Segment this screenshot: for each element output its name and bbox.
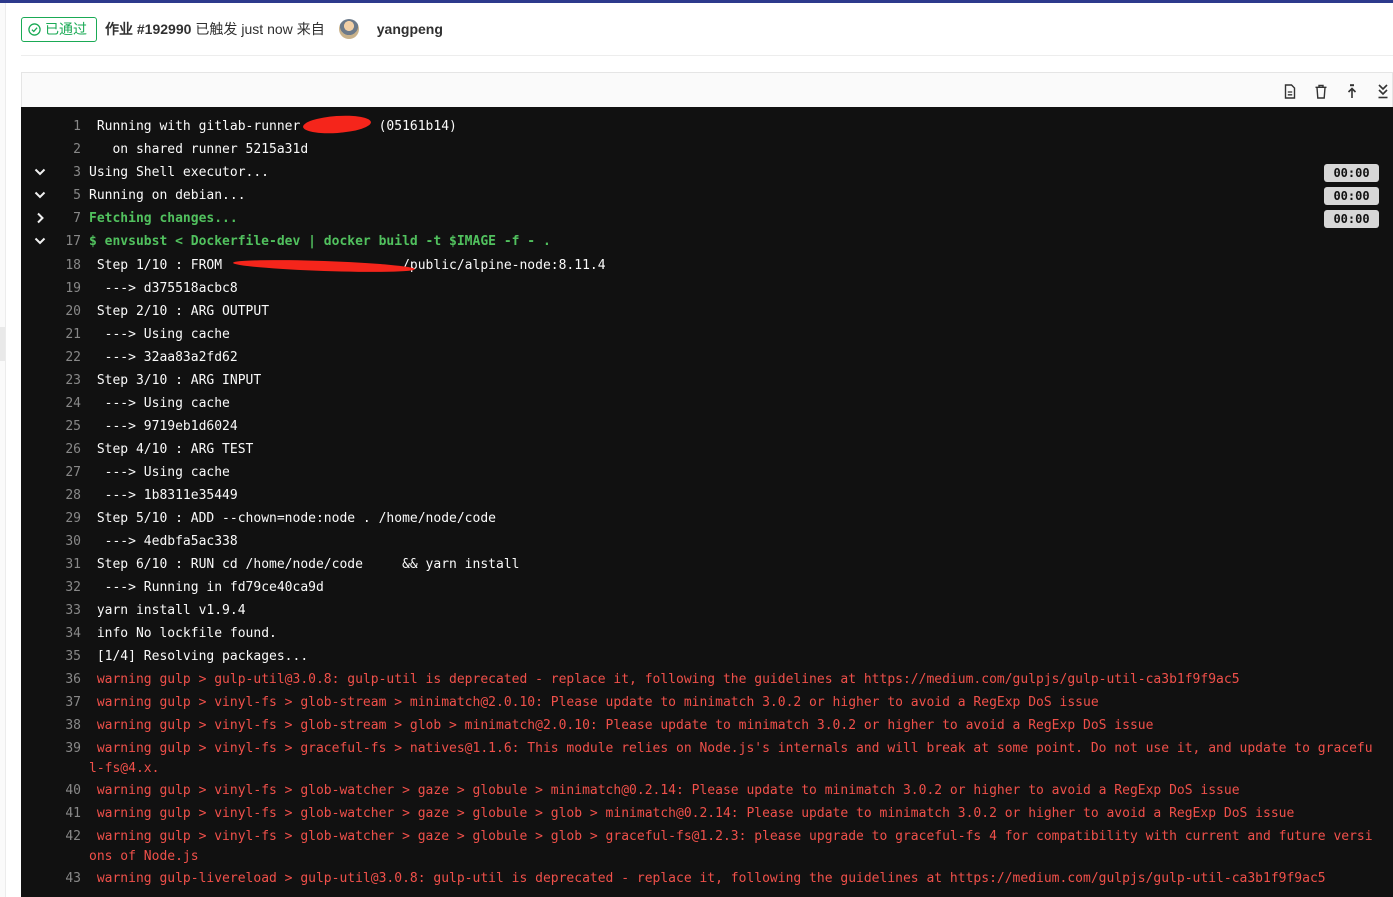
line-number[interactable]: 43 bbox=[45, 869, 81, 889]
section-duration-badge: 00:00 bbox=[1324, 210, 1379, 228]
job-log[interactable]: 1 Running with gitlab-runner (05161b14) 2… bbox=[21, 107, 1393, 897]
header-divider bbox=[21, 55, 1393, 56]
line-number[interactable]: 27 bbox=[45, 463, 81, 483]
line-number[interactable]: 36 bbox=[45, 670, 81, 690]
log-text: on shared runner 5215a31d bbox=[89, 142, 309, 157]
section-duration-badge: 00:00 bbox=[1324, 187, 1379, 205]
line-number[interactable]: 42 bbox=[45, 827, 81, 847]
line-number[interactable]: 3 bbox=[45, 163, 81, 183]
log-toolbar bbox=[21, 72, 1393, 107]
log-text: warning gulp > vinyl-fs > glob-watcher >… bbox=[89, 829, 1373, 864]
log-text: Step 4/10 : ARG TEST bbox=[89, 442, 254, 457]
log-text: $ envsubst < Dockerfile-dev | docker bui… bbox=[89, 234, 551, 249]
line-number[interactable]: 31 bbox=[45, 555, 81, 575]
log-text: ---> 4edbfa5ac338 bbox=[89, 534, 238, 549]
log-text: Using Shell executor... bbox=[89, 165, 270, 180]
user-name[interactable]: yangpeng bbox=[377, 21, 443, 37]
line-number[interactable]: 26 bbox=[45, 440, 81, 460]
log-text: ---> Running in fd79ce40ca9d bbox=[89, 580, 324, 595]
line-number[interactable]: 35 bbox=[45, 647, 81, 667]
log-text: Step 3/10 : ARG INPUT bbox=[89, 373, 262, 388]
line-number[interactable]: 38 bbox=[45, 716, 81, 736]
log-text: Step 6/10 : RUN cd /home/node/code && ya… bbox=[89, 557, 520, 572]
log-text: Step 5/10 : ADD --chown=node:node . /hom… bbox=[89, 511, 496, 526]
log-text: ---> 32aa83a2fd62 bbox=[89, 350, 238, 365]
log-text: ---> Using cache bbox=[89, 396, 230, 411]
log-text: warning gulp-livereload > gulp-util@3.0.… bbox=[89, 871, 1326, 886]
line-number[interactable]: 23 bbox=[45, 371, 81, 391]
line-number[interactable]: 22 bbox=[45, 348, 81, 368]
status-label: 已通过 bbox=[45, 21, 87, 37]
log-text: warning gulp > vinyl-fs > glob-stream > … bbox=[89, 718, 1154, 733]
line-number[interactable]: 32 bbox=[45, 578, 81, 598]
line-number[interactable]: 1 bbox=[45, 117, 81, 137]
log-text: warning gulp > vinyl-fs > glob-watcher >… bbox=[89, 783, 1240, 798]
status-badge[interactable]: 已通过 bbox=[21, 16, 97, 42]
trigger-time: just now bbox=[241, 21, 293, 37]
job-title: 作业 #192990 已触发 just now 来自 bbox=[105, 19, 325, 39]
log-text: ---> 9719eb1d6024 bbox=[89, 419, 238, 434]
line-number[interactable]: 17 bbox=[45, 232, 81, 252]
avatar[interactable] bbox=[338, 19, 359, 39]
log-text: Fetching changes... bbox=[89, 211, 238, 226]
line-number[interactable]: 7 bbox=[45, 209, 81, 229]
from-label: 来自 bbox=[296, 21, 325, 37]
raw-log-icon[interactable] bbox=[1281, 82, 1299, 100]
sidebar-edge bbox=[0, 3, 6, 897]
line-number[interactable]: 33 bbox=[45, 601, 81, 621]
job-header: 已通过 作业 #192990 已触发 just now 来自 yangpeng bbox=[21, 16, 443, 42]
triggered-label: 已触发 bbox=[195, 21, 238, 37]
scroll-to-top-icon[interactable] bbox=[1343, 82, 1361, 100]
line-number[interactable]: 25 bbox=[45, 417, 81, 437]
line-number[interactable]: 41 bbox=[45, 804, 81, 824]
log-text: info No lockfile found. bbox=[89, 626, 277, 641]
log-text: ---> Using cache bbox=[89, 327, 230, 342]
line-number[interactable]: 40 bbox=[45, 781, 81, 801]
line-number[interactable]: 28 bbox=[45, 486, 81, 506]
check-circle-icon bbox=[28, 22, 41, 36]
log-text: ---> 1b8311e35449 bbox=[89, 488, 238, 503]
line-number[interactable]: 34 bbox=[45, 624, 81, 644]
line-number[interactable]: 20 bbox=[45, 302, 81, 322]
log-text: ---> d375518acbc8 bbox=[89, 281, 238, 296]
line-number[interactable]: 29 bbox=[45, 509, 81, 529]
line-number[interactable]: 5 bbox=[45, 186, 81, 206]
log-text: Running on debian... bbox=[89, 188, 246, 203]
log-text: warning gulp > vinyl-fs > glob-stream > … bbox=[89, 695, 1099, 710]
erase-log-icon[interactable] bbox=[1312, 82, 1330, 100]
log-text: ---> Using cache bbox=[89, 465, 230, 480]
log-text: [1/4] Resolving packages... bbox=[89, 649, 309, 664]
line-number[interactable]: 19 bbox=[45, 279, 81, 299]
log-text: warning gulp > vinyl-fs > glob-watcher >… bbox=[89, 806, 1295, 821]
log-text: Step 2/10 : ARG OUTPUT bbox=[89, 304, 270, 319]
line-number[interactable]: 2 bbox=[45, 140, 81, 160]
line-number[interactable]: 24 bbox=[45, 394, 81, 414]
top-accent-bar bbox=[0, 0, 1393, 3]
log-text: yarn install v1.9.4 bbox=[89, 603, 246, 618]
section-duration-badge: 00:00 bbox=[1324, 164, 1379, 182]
scroll-to-bottom-icon[interactable] bbox=[1374, 82, 1392, 100]
line-number[interactable]: 39 bbox=[45, 739, 81, 759]
job-id: 作业 #192990 bbox=[105, 21, 192, 37]
line-number[interactable]: 18 bbox=[45, 256, 81, 276]
log-text: Running with gitlab-runner (05161b14) bbox=[89, 119, 457, 134]
line-number[interactable]: 37 bbox=[45, 693, 81, 713]
line-number[interactable]: 21 bbox=[45, 325, 81, 345]
line-number[interactable]: 30 bbox=[45, 532, 81, 552]
log-text: warning gulp > vinyl-fs > graceful-fs > … bbox=[89, 741, 1373, 776]
log-text: warning gulp > gulp-util@3.0.8: gulp-uti… bbox=[89, 672, 1240, 687]
